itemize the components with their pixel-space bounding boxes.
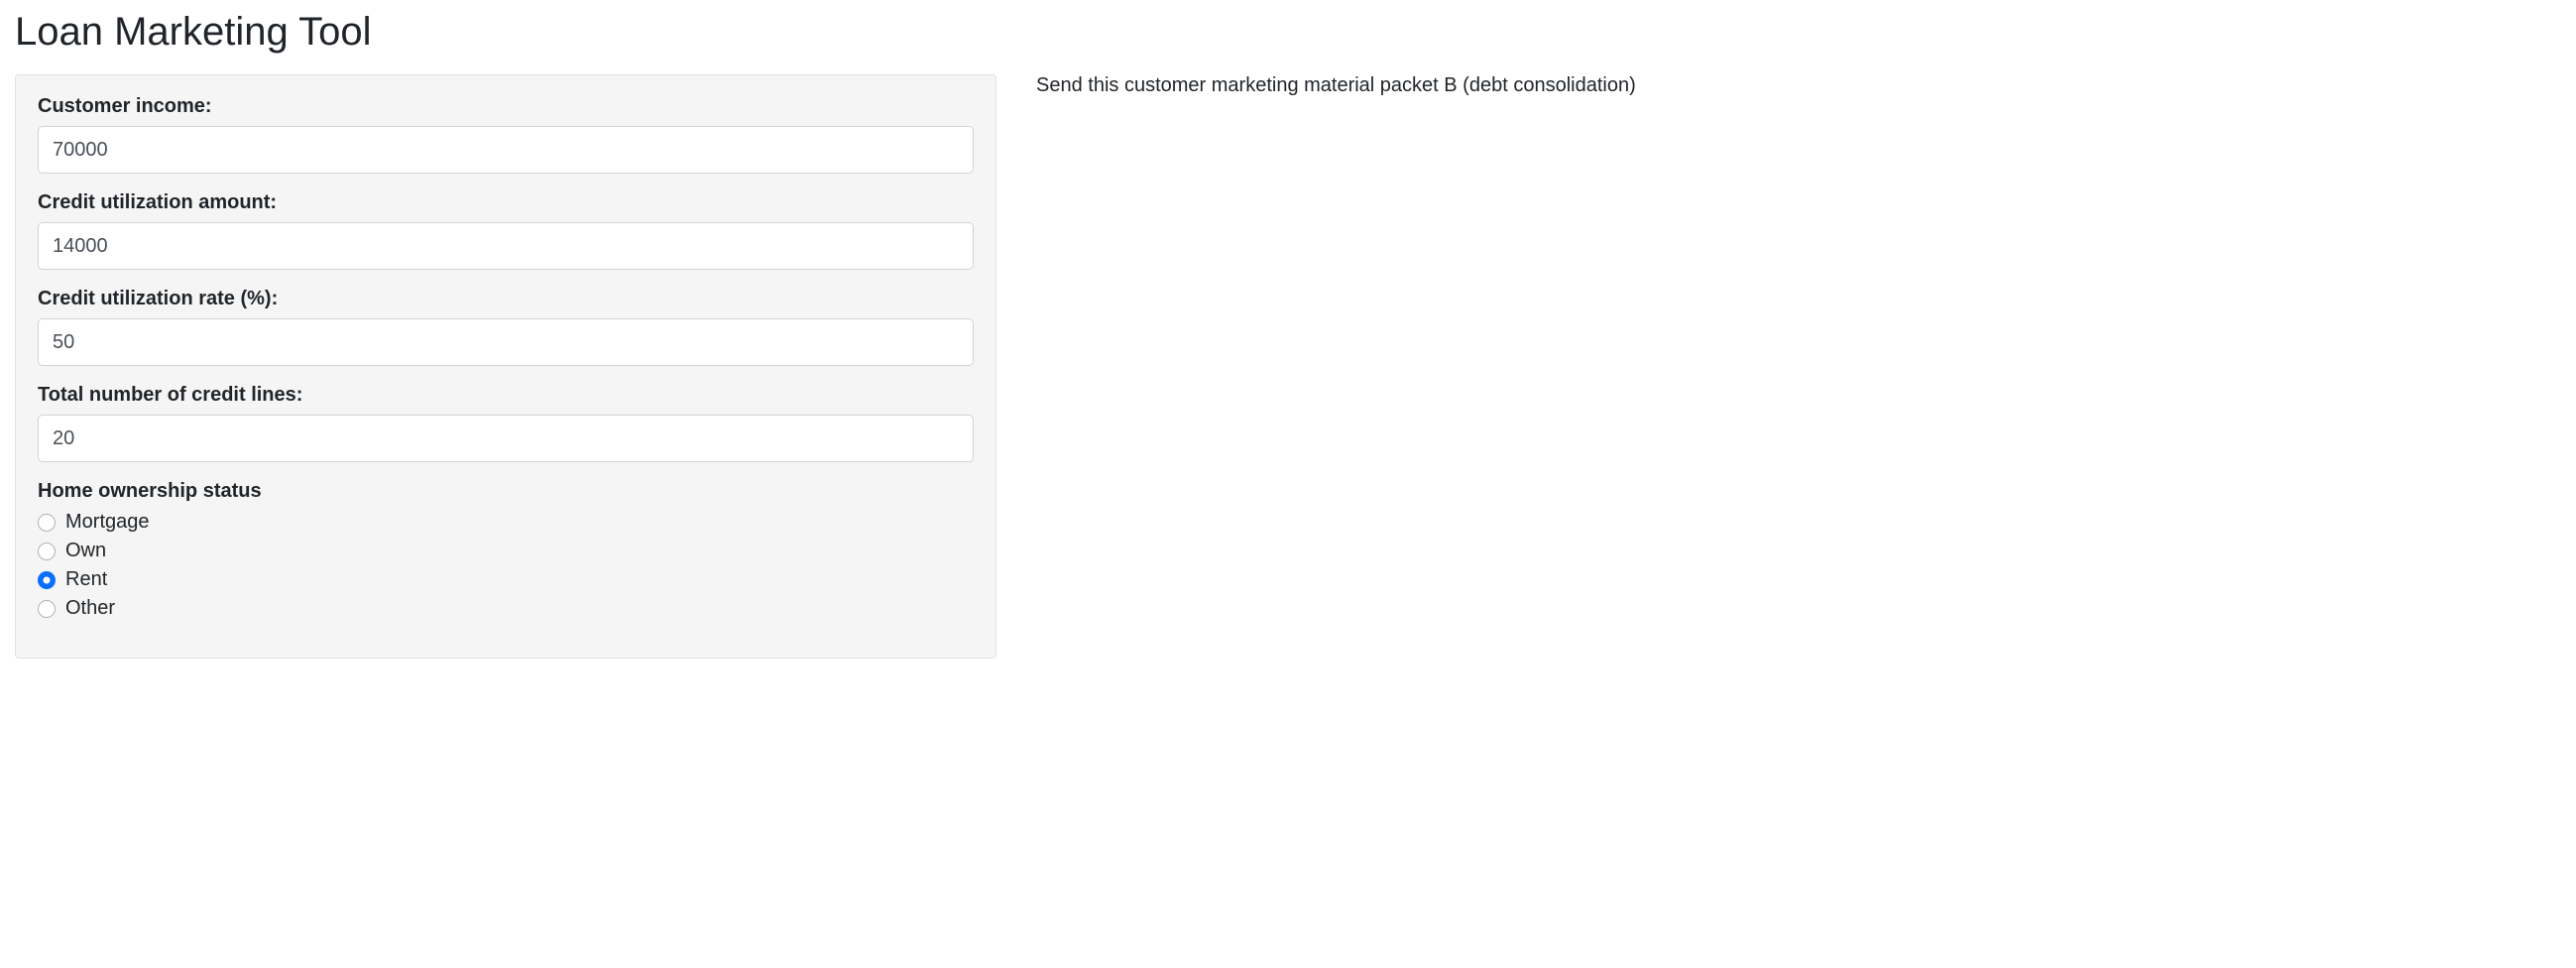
total-credit-lines-label: Total number of credit lines:: [38, 384, 974, 407]
credit-util-amount-input[interactable]: [38, 222, 974, 270]
income-input[interactable]: [38, 126, 974, 174]
income-label: Customer income:: [38, 95, 974, 118]
home-ownership-radio-other[interactable]: [38, 600, 56, 618]
form-panel: Customer income: Credit utilization amou…: [15, 74, 996, 659]
home-ownership-radio-own[interactable]: [38, 543, 56, 560]
home-ownership-option-label[interactable]: Rent: [65, 568, 107, 591]
credit-util-rate-input[interactable]: [38, 318, 974, 366]
credit-util-amount-label: Credit utilization amount:: [38, 191, 974, 214]
home-ownership-option-label[interactable]: Own: [65, 540, 106, 562]
home-ownership-radio-rent[interactable]: [38, 571, 56, 589]
output-message: Send this customer marketing material pa…: [1036, 74, 2561, 97]
credit-util-rate-label: Credit utilization rate (%):: [38, 288, 974, 310]
home-ownership-label: Home ownership status: [38, 480, 974, 503]
home-ownership-option-label[interactable]: Other: [65, 597, 115, 620]
home-ownership-option-label[interactable]: Mortgage: [65, 511, 150, 534]
home-ownership-radio-mortgage[interactable]: [38, 514, 56, 532]
home-ownership-group: Mortgage Own Rent Other: [38, 511, 974, 620]
total-credit-lines-input[interactable]: [38, 415, 974, 462]
page-title: Loan Marketing Tool: [15, 10, 2561, 55]
